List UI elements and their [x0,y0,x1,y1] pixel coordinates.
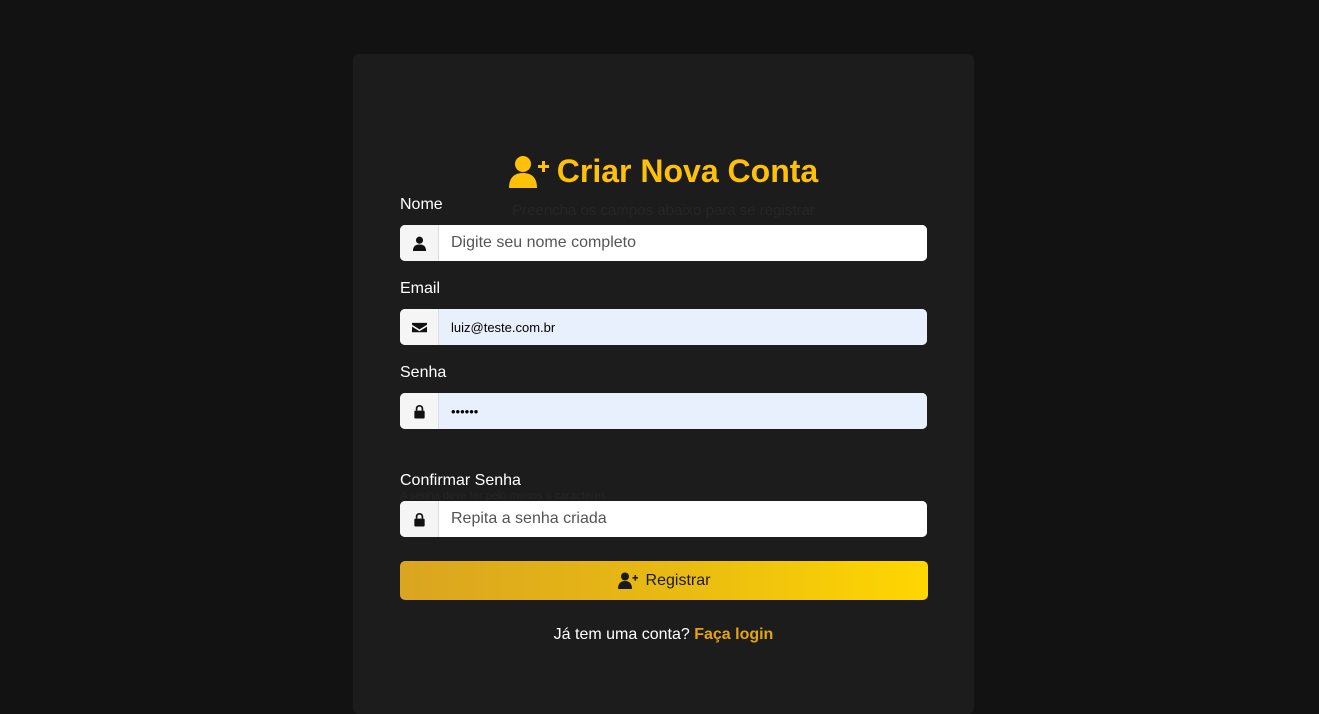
user-plus-icon [508,155,549,188]
page-title: Criar Nova Conta [353,153,974,190]
name-label: Nome [400,196,443,213]
login-prompt: Já tem uma conta? Faça login [353,626,974,644]
name-input-group [400,225,927,261]
name-input[interactable] [439,225,927,261]
email-label: Email [400,280,441,297]
lock-icon [400,501,439,537]
envelope-icon [400,309,439,345]
confirm-password-input-group [400,501,927,537]
confirm-password-input[interactable] [439,501,927,537]
register-card: Criar Nova Conta Preencha os campos abai… [353,54,974,714]
login-prompt-text: Já tem uma conta? [553,626,690,643]
email-input[interactable] [439,309,927,345]
confirm-password-label: Confirmar Senha [400,472,521,489]
user-icon [400,225,439,261]
user-plus-icon [617,572,638,589]
password-input-group [400,393,927,429]
password-input[interactable] [439,393,927,429]
login-link[interactable]: Faça login [694,626,773,643]
email-input-group [400,309,927,345]
title-text: Criar Nova Conta [556,153,819,189]
subtitle: Preencha os campos abaixo para se regist… [512,202,815,219]
password-label: Senha [400,364,447,381]
lock-icon [400,393,439,429]
register-button[interactable]: Registrar [400,561,928,600]
register-button-label: Registrar [645,571,711,589]
